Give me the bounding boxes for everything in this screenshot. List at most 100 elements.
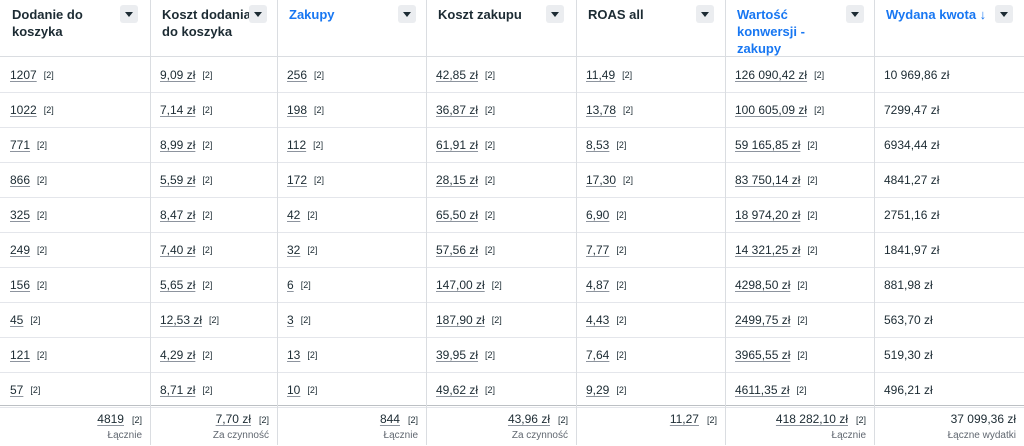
cell-value[interactable]: 45 bbox=[10, 313, 23, 327]
attribution-badge: [2] bbox=[796, 384, 807, 395]
cell-value[interactable]: 11,49 bbox=[586, 68, 615, 82]
cell-value[interactable]: 9,29 bbox=[586, 383, 609, 397]
cell-value[interactable]: 3 bbox=[287, 313, 294, 327]
cell-value[interactable]: 13 bbox=[287, 348, 300, 362]
cell-value[interactable]: 5,59 zł bbox=[160, 173, 195, 187]
cell-value[interactable]: 4611,35 zł bbox=[735, 383, 790, 397]
cell-value[interactable]: 4,87 bbox=[586, 278, 609, 292]
cell-value[interactable]: 2499,75 zł bbox=[735, 313, 790, 327]
footer-value[interactable]: 844 bbox=[380, 412, 400, 426]
footer-cell: 7,70 zł [2] Za czynność bbox=[150, 406, 277, 446]
cell-value[interactable]: 172 bbox=[287, 173, 307, 187]
chevron-down-icon[interactable] bbox=[995, 5, 1013, 23]
chevron-down-icon[interactable] bbox=[398, 5, 416, 23]
chevron-down-icon[interactable] bbox=[696, 5, 714, 23]
footer-value[interactable]: 4819 bbox=[97, 412, 124, 426]
column-divider[interactable] bbox=[150, 0, 151, 445]
footer-value[interactable]: 43,96 zł bbox=[508, 412, 550, 426]
cell-value[interactable]: 7,14 zł bbox=[160, 103, 195, 117]
attribution-badge: [2] bbox=[485, 244, 496, 255]
table-cell: 83 750,14 zł [2] bbox=[735, 162, 864, 197]
cell-value[interactable]: 100 605,09 zł bbox=[735, 103, 807, 117]
chevron-down-icon[interactable] bbox=[546, 5, 564, 23]
footer-cell: 418 282,10 zł [2] Łącznie bbox=[725, 406, 874, 446]
cell-value[interactable]: 187,90 zł bbox=[436, 313, 485, 327]
attribution-badge: [2] bbox=[300, 314, 311, 325]
cell-value[interactable]: 59 165,85 zł bbox=[735, 138, 800, 152]
cell-value[interactable]: 112 bbox=[287, 138, 306, 152]
cell-value[interactable]: 4298,50 zł bbox=[735, 278, 790, 292]
cell-value[interactable]: 7,77 bbox=[586, 243, 609, 257]
cell-value[interactable]: 8,53 bbox=[586, 138, 609, 152]
table-row: 771 [2] 8,99 zł [2] 112 [2] 61,91 zł [2] 8,53 [2]… bbox=[0, 127, 1024, 163]
cell-value[interactable]: 4,43 bbox=[586, 313, 609, 327]
cell-value[interactable]: 8,71 zł bbox=[160, 383, 195, 397]
cell-value[interactable]: 866 bbox=[10, 173, 30, 187]
column-header-amount-spent[interactable]: Wydana kwota ↓ bbox=[874, 0, 1024, 56]
cell-value[interactable]: 12,53 zł bbox=[160, 313, 202, 327]
cell-value[interactable]: 17,30 bbox=[586, 173, 616, 187]
table-cell: 2499,75 zł [2] bbox=[735, 302, 864, 337]
cell-value[interactable]: 5,65 zł bbox=[160, 278, 195, 292]
cell-value[interactable]: 10 bbox=[287, 383, 300, 397]
column-divider[interactable] bbox=[725, 0, 726, 445]
cell-value[interactable]: 771 bbox=[10, 138, 30, 152]
column-header-add-to-cart[interactable]: Dodanie do koszyka bbox=[0, 0, 150, 56]
cell-value[interactable]: 1207 bbox=[10, 68, 37, 82]
column-header-conversion-value[interactable]: Wartość konwersji - zakupy bbox=[725, 0, 874, 56]
column-header-purchases[interactable]: Zakupy bbox=[277, 0, 426, 56]
footer-value[interactable]: 418 282,10 zł bbox=[776, 412, 848, 426]
cell-value[interactable]: 3965,55 zł bbox=[735, 348, 790, 362]
cell-value[interactable]: 9,09 zł bbox=[160, 68, 195, 82]
cell-value[interactable]: 126 090,42 zł bbox=[735, 68, 807, 82]
cell-value[interactable]: 6,90 bbox=[586, 208, 609, 222]
cell-value[interactable]: 14 321,25 zł bbox=[735, 243, 800, 257]
footer-value[interactable]: 11,27 bbox=[670, 412, 699, 426]
cell-value[interactable]: 8,99 zł bbox=[160, 138, 195, 152]
cell-value[interactable]: 198 bbox=[287, 103, 307, 117]
column-divider[interactable] bbox=[426, 0, 427, 445]
chevron-down-icon[interactable] bbox=[249, 5, 267, 23]
chevron-down-icon[interactable] bbox=[846, 5, 864, 23]
table-cell: 32 [2] bbox=[287, 232, 416, 267]
cell-value[interactable]: 156 bbox=[10, 278, 30, 292]
cell-value[interactable]: 13,78 bbox=[586, 103, 616, 117]
cell-value[interactable]: 256 bbox=[287, 68, 307, 82]
cell-value[interactable]: 8,47 zł bbox=[160, 208, 195, 222]
cell-value[interactable]: 325 bbox=[10, 208, 30, 222]
cell-value[interactable]: 28,15 zł bbox=[436, 173, 478, 187]
cell-value[interactable]: 7,64 bbox=[586, 348, 609, 362]
cell-value[interactable]: 249 bbox=[10, 243, 30, 257]
cell-value[interactable]: 61,91 zł bbox=[436, 138, 478, 152]
cell-value[interactable]: 39,95 zł bbox=[436, 348, 478, 362]
cell-value[interactable]: 6 bbox=[287, 278, 294, 292]
column-divider[interactable] bbox=[277, 0, 278, 445]
column-divider[interactable] bbox=[874, 0, 875, 445]
cell-value[interactable]: 57,56 zł bbox=[436, 243, 478, 257]
table-cell: 59 165,85 zł [2] bbox=[735, 127, 864, 162]
cell-value[interactable]: 42,85 zł bbox=[436, 68, 478, 82]
cell-value[interactable]: 1022 bbox=[10, 103, 37, 117]
attribution-badge: [2] bbox=[807, 244, 818, 255]
cell-value[interactable]: 42 bbox=[287, 208, 300, 222]
cell-value[interactable]: 57 bbox=[10, 383, 23, 397]
cell-value[interactable]: 49,62 zł bbox=[436, 383, 478, 397]
column-header-cost-per-purchase[interactable]: Koszt zakupu bbox=[426, 0, 576, 56]
footer-value[interactable]: 7,70 zł bbox=[216, 412, 251, 426]
cell-value: 10 969,86 zł bbox=[884, 67, 950, 82]
cell-value[interactable]: 121 bbox=[10, 348, 30, 362]
footer-label: Za czynność bbox=[212, 430, 269, 441]
column-header-cost-per-add-to-cart[interactable]: Koszt dodania do koszyka bbox=[150, 0, 277, 56]
cell-value[interactable]: 65,50 zł bbox=[436, 208, 478, 222]
cell-value[interactable]: 36,87 zł bbox=[436, 103, 478, 117]
column-divider[interactable] bbox=[576, 0, 577, 445]
cell-value[interactable]: 32 bbox=[287, 243, 300, 257]
cell-value[interactable]: 147,00 zł bbox=[436, 278, 485, 292]
cell-value[interactable]: 4,29 zł bbox=[160, 348, 195, 362]
attribution-badge: [2] bbox=[37, 349, 48, 360]
column-header-roas[interactable]: ROAS all bbox=[576, 0, 725, 56]
cell-value[interactable]: 83 750,14 zł bbox=[735, 173, 800, 187]
cell-value[interactable]: 7,40 zł bbox=[160, 243, 195, 257]
chevron-down-icon[interactable] bbox=[120, 5, 138, 23]
cell-value[interactable]: 18 974,20 zł bbox=[735, 208, 800, 222]
